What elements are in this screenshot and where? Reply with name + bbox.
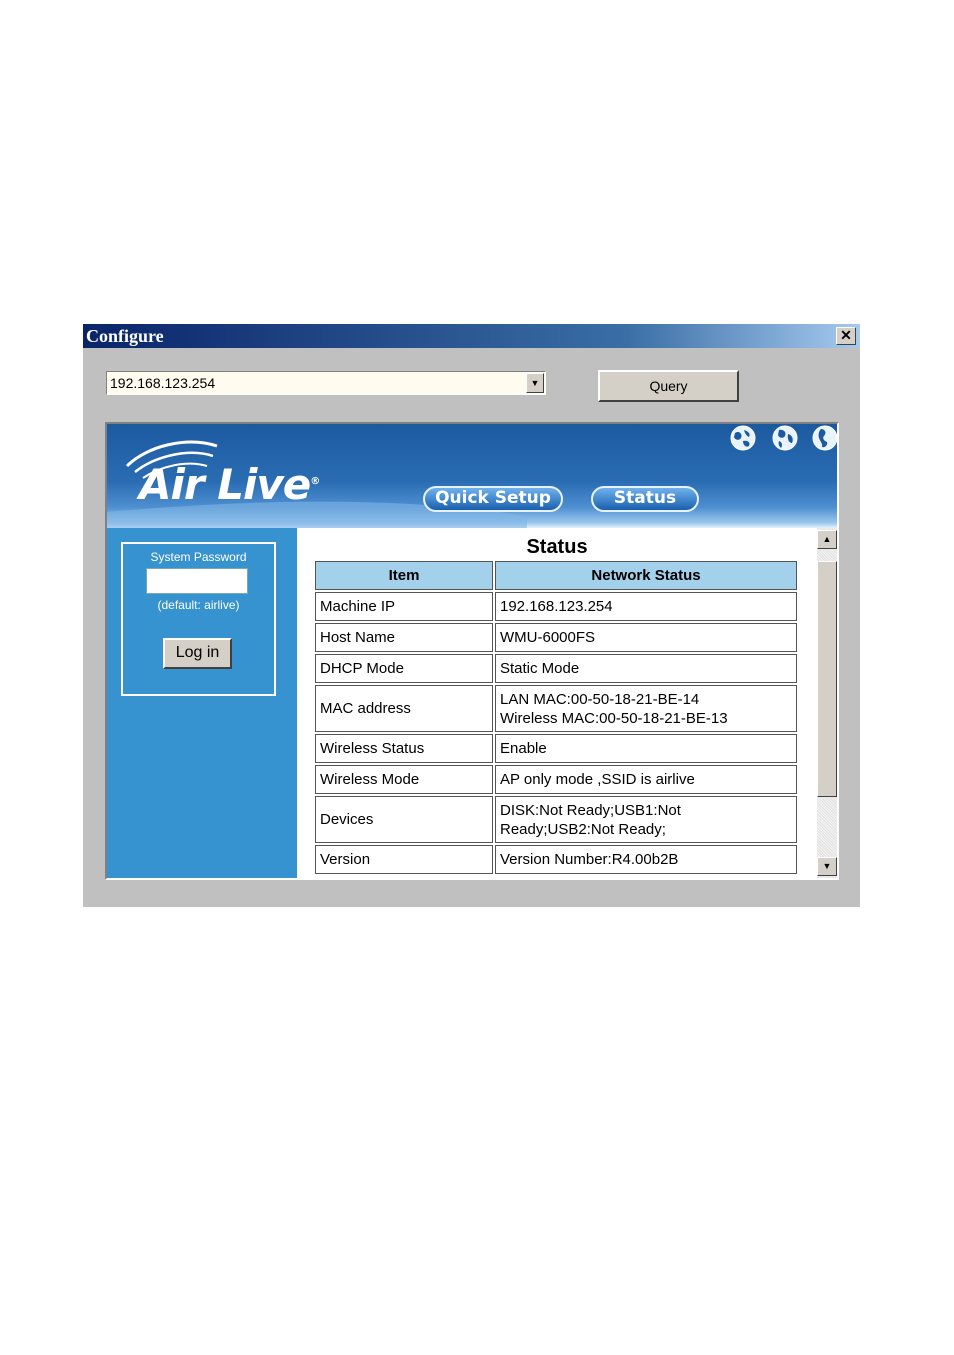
row-value-line: Ready;USB2:Not Ready;: [500, 820, 666, 838]
scroll-down-icon[interactable]: ▼: [817, 857, 837, 876]
globe-icon[interactable]: [771, 424, 799, 452]
row-item: Wireless Mode: [315, 765, 493, 794]
query-button[interactable]: Query: [598, 370, 739, 402]
sidebar: System Password (default: airlive) Log i…: [107, 528, 297, 878]
row-value-line: LAN MAC:00-50-18-21-BE-14: [500, 690, 700, 708]
row-value: LAN MAC:00-50-18-21-BE-14 Wireless MAC:00…: [495, 685, 797, 732]
table-row: Wireless Mode AP only mode ,SSID is airl…: [315, 765, 797, 794]
globe-icon[interactable]: [729, 424, 757, 452]
row-item: Machine IP: [315, 592, 493, 621]
row-value: 192.168.123.254: [495, 592, 797, 621]
login-panel: System Password (default: airlive) Log i…: [121, 542, 276, 696]
table-row: Wireless Status Enable: [315, 734, 797, 763]
nav-quick-setup[interactable]: Quick Setup: [423, 486, 563, 512]
row-item: Host Name: [315, 623, 493, 652]
vertical-scrollbar[interactable]: ▲ ▼: [817, 528, 837, 878]
table-row: Host Name WMU-6000FS: [315, 623, 797, 652]
scroll-up-icon[interactable]: ▲: [817, 530, 837, 549]
device-web-frame: Air Live® Quick Setup Status System Pass…: [105, 422, 839, 880]
airlive-logo: Air Live®: [139, 460, 320, 509]
configure-window: Configure ✕ 192.168.123.254 ▼ Query Air …: [83, 324, 860, 907]
dropdown-arrow-icon[interactable]: ▼: [526, 373, 544, 393]
address-value: 192.168.123.254: [110, 375, 216, 391]
globe-icon[interactable]: [811, 424, 839, 452]
table-row: MAC address LAN MAC:00-50-18-21-BE-14 Wir…: [315, 685, 797, 732]
status-title: Status: [526, 536, 588, 558]
row-item: Wireless Status: [315, 734, 493, 763]
nav-status[interactable]: Status: [591, 486, 699, 512]
close-icon[interactable]: ✕: [836, 327, 856, 345]
row-value: Version Number:R4.00b2B: [495, 845, 797, 874]
row-value: WMU-6000FS: [495, 623, 797, 652]
row-value: Static Mode: [495, 654, 797, 683]
table-header-row: Item Network Status: [315, 561, 797, 590]
airlive-banner: Air Live® Quick Setup Status: [107, 424, 837, 528]
title-bar[interactable]: Configure ✕: [83, 324, 860, 348]
address-combobox[interactable]: 192.168.123.254 ▼: [106, 371, 546, 395]
row-item: DHCP Mode: [315, 654, 493, 683]
password-hint: (default: airlive): [157, 598, 240, 612]
table-row: DHCP Mode Static Mode: [315, 654, 797, 683]
row-value-line: DISK:Not Ready;USB1:Not: [500, 801, 681, 819]
row-item: Version: [315, 845, 493, 874]
scroll-thumb[interactable]: [817, 561, 837, 797]
table-row: Machine IP 192.168.123.254: [315, 592, 797, 621]
table-row: Devices DISK:Not Ready;USB1:Not Ready;USB…: [315, 796, 797, 843]
row-value-line: Wireless MAC:00-50-18-21-BE-13: [500, 709, 728, 727]
password-label: System Password: [150, 550, 247, 564]
status-content: Status Item Network Status Machine IP 19…: [297, 528, 817, 878]
window-title: Configure: [86, 326, 164, 346]
login-button[interactable]: Log in: [163, 638, 232, 669]
row-item: Devices: [315, 796, 493, 843]
column-header-network-status: Network Status: [495, 561, 797, 590]
row-value: Enable: [495, 734, 797, 763]
table-row: Version Version Number:R4.00b2B: [315, 845, 797, 874]
row-item: MAC address: [315, 685, 493, 732]
status-table: Item Network Status Machine IP 192.168.1…: [313, 559, 799, 876]
column-header-item: Item: [315, 561, 493, 590]
row-value: AP only mode ,SSID is airlive: [495, 765, 797, 794]
row-value: DISK:Not Ready;USB1:Not Ready;USB2:Not Re…: [495, 796, 797, 843]
password-input[interactable]: [146, 568, 248, 594]
